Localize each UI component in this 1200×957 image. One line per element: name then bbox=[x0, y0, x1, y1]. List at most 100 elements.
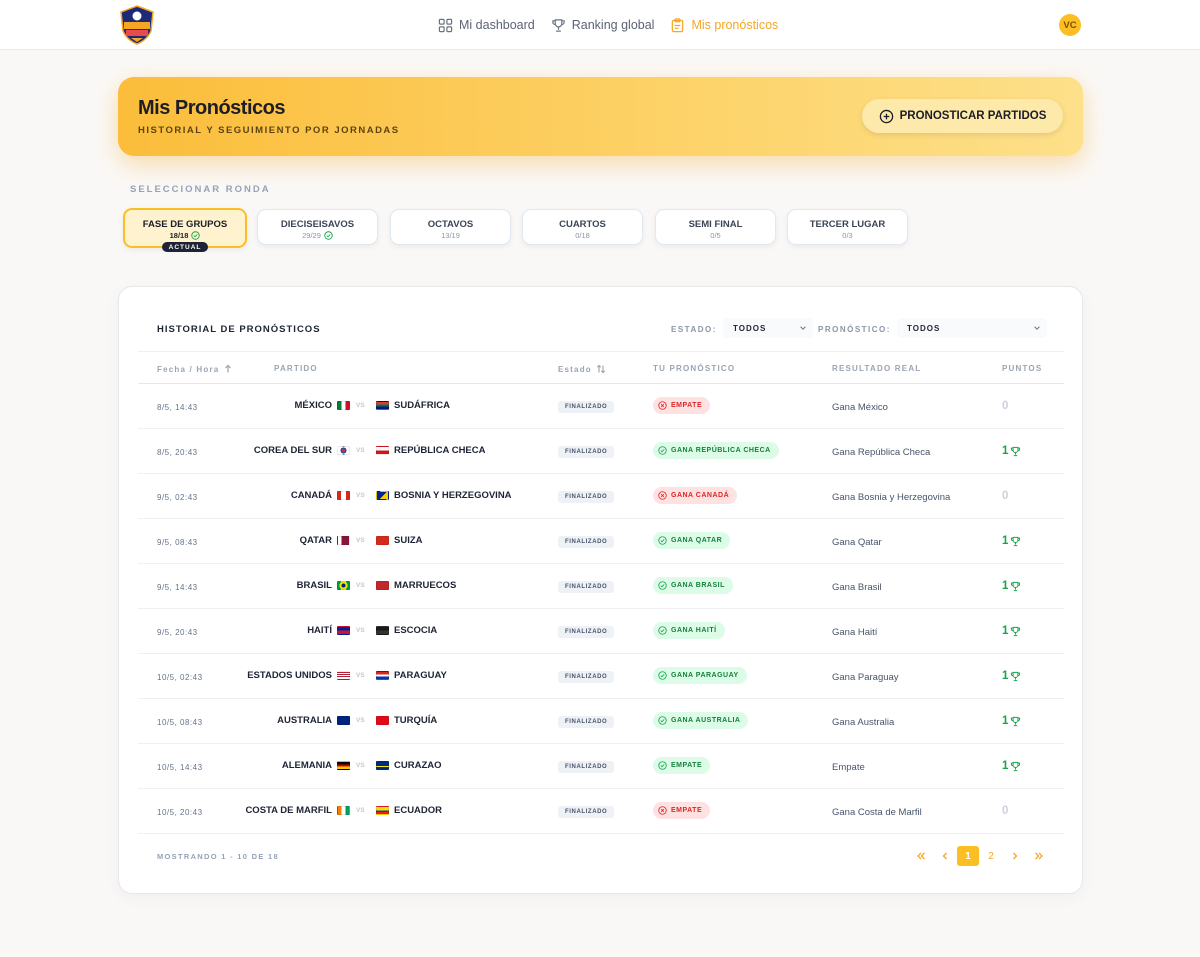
round-tab-dieciseisavos[interactable]: DIECISEISAVOS 29/29 bbox=[257, 209, 378, 245]
home-flag-icon bbox=[337, 446, 350, 455]
user-avatar[interactable]: VC bbox=[1059, 14, 1081, 36]
round-tab-octavos[interactable]: OCTAVOS 13/19 bbox=[390, 209, 511, 245]
home-flag-icon bbox=[337, 401, 350, 410]
prediction-badge: EMPATE bbox=[653, 802, 711, 819]
prediction-label: GANA QATAR bbox=[671, 537, 723, 544]
table-row[interactable]: 10/5, 08:43 AUSTRALIA VS TURQUÍA FINALIZADO G… bbox=[138, 699, 1064, 744]
points: 1 bbox=[1002, 760, 1021, 772]
page-button-2[interactable]: 2 bbox=[979, 846, 1003, 866]
round-tab-tercer-lugar[interactable]: TERCER LUGAR 0/3 bbox=[787, 209, 908, 245]
actual-result: Gana México bbox=[832, 402, 888, 413]
home-team: COSTA DE MARFIL bbox=[245, 805, 350, 816]
away-flag-icon bbox=[376, 401, 389, 410]
away-flag-icon bbox=[376, 446, 389, 455]
nav-ranking[interactable]: Ranking global bbox=[551, 18, 655, 33]
top-navbar: Mi dashboard Ranking global Mis pronósti… bbox=[0, 0, 1200, 50]
x-circle-icon bbox=[658, 806, 667, 815]
first-page-button[interactable] bbox=[909, 846, 933, 866]
table-row[interactable]: 8/5, 14:43 MÉXICO VS SUDÁFRICA FINALIZADO EMP… bbox=[138, 384, 1064, 429]
away-team: TURQUÍA bbox=[376, 715, 437, 726]
col-estado[interactable]: Estado bbox=[558, 364, 606, 374]
points-value: 0 bbox=[1002, 400, 1009, 412]
prediction-label: GANA CANADÁ bbox=[671, 492, 730, 499]
estado-filter-label: ESTADO: bbox=[671, 325, 717, 334]
last-page-button[interactable] bbox=[1027, 846, 1051, 866]
prediction-badge: GANA PARAGUAY bbox=[653, 667, 747, 684]
check-circle-icon bbox=[658, 536, 667, 545]
vs-label: VS bbox=[356, 627, 365, 634]
table-row[interactable]: 9/5, 08:43 QATAR VS SUIZA FINALIZADO GANA QAT… bbox=[138, 519, 1064, 564]
sort-icon bbox=[596, 364, 605, 374]
home-team-name: COSTA DE MARFIL bbox=[245, 805, 332, 816]
pronosticar-partidos-button[interactable]: PRONOSTICAR PARTIDOS bbox=[862, 99, 1063, 133]
points: 0 bbox=[1002, 400, 1008, 412]
app-logo[interactable] bbox=[119, 5, 155, 45]
points: 1 bbox=[1002, 580, 1021, 592]
away-team: CURAZAO bbox=[376, 760, 442, 771]
chevron-right-icon bbox=[1013, 852, 1018, 860]
away-team: MARRUECOS bbox=[376, 580, 456, 591]
nav-dashboard[interactable]: Mi dashboard bbox=[438, 18, 535, 33]
away-team: BOSNIA Y HERZEGOVINA bbox=[376, 490, 512, 501]
round-tab-cuartos[interactable]: CUARTOS 0/18 bbox=[522, 209, 643, 245]
points: 1 bbox=[1002, 670, 1021, 682]
prediction-badge: GANA REPÚBLICA CHECA bbox=[653, 442, 779, 459]
match-date: 9/5, 14:43 bbox=[157, 583, 198, 592]
home-team-name: CANADÁ bbox=[290, 490, 332, 501]
away-flag-icon bbox=[376, 581, 389, 590]
home-team-name: ESTADOS UNIDOS bbox=[247, 670, 332, 681]
home-team: ALEMANIA bbox=[282, 760, 350, 771]
page-button-1[interactable]: 1 bbox=[957, 846, 979, 866]
table-row[interactable]: 8/5, 20:43 COREA DEL SUR VS REPÚBLICA CHECA… bbox=[138, 429, 1064, 474]
away-team: SUIZA bbox=[376, 535, 423, 546]
actual-result: Empate bbox=[832, 762, 865, 773]
round-tab-semi-final[interactable]: SEMI FINAL 0/5 bbox=[655, 209, 776, 245]
home-team-name: QATAR bbox=[299, 535, 332, 546]
table-row[interactable]: 9/5, 02:43 CANADÁ VS BOSNIA Y HERZEGOVINA FI… bbox=[138, 474, 1064, 519]
grid-icon bbox=[438, 18, 453, 32]
status-badge: FINALIZADO bbox=[558, 581, 615, 593]
home-team-name: HAITÍ bbox=[307, 625, 332, 636]
table-row[interactable]: 9/5, 20:43 HAITÍ VS ESCOCIA FINALIZADO GANA H… bbox=[138, 609, 1064, 654]
table-row[interactable]: 10/5, 02:43 ESTADOS UNIDOS VS PARAGUAY FINAL… bbox=[138, 654, 1064, 699]
prev-page-button[interactable] bbox=[933, 846, 957, 866]
x-circle-icon bbox=[658, 401, 667, 410]
col-fecha-hora[interactable]: Fecha / Hora bbox=[157, 364, 233, 374]
nav-mis-pronosticos[interactable]: Mis pronósticos bbox=[670, 17, 778, 33]
status-badge: FINALIZADO bbox=[558, 761, 615, 773]
status-badge: FINALIZADO bbox=[558, 671, 615, 683]
actual-result: Gana Bosnia y Herzegovina bbox=[832, 492, 951, 503]
prediction-badge: GANA QATAR bbox=[653, 532, 731, 549]
away-team: PARAGUAY bbox=[376, 670, 447, 681]
away-team-name: BOSNIA Y HERZEGOVINA bbox=[394, 490, 512, 501]
table-row[interactable]: 9/5, 14:43 BRASIL VS MARRUECOS FINALIZADO GAN… bbox=[138, 564, 1064, 609]
prediction-label: GANA HAITÍ bbox=[671, 627, 717, 634]
match-date: 8/5, 14:43 bbox=[157, 403, 198, 412]
table-header: Fecha / Hora PARTIDO Estado TU PRONÓSTIC… bbox=[138, 351, 1064, 384]
home-team-name: MÉXICO bbox=[294, 400, 332, 411]
check-circle-icon bbox=[658, 716, 667, 725]
history-title: HISTORIAL DE PRONÓSTICOS bbox=[157, 324, 321, 335]
table-row[interactable]: 10/5, 14:43 ALEMANIA VS CURAZAO FINALIZADO EM… bbox=[138, 744, 1064, 789]
vs-label: VS bbox=[356, 762, 365, 769]
vs-label: VS bbox=[356, 447, 365, 454]
pronostico-filter-select[interactable]: TODOS bbox=[897, 318, 1047, 338]
table-row[interactable]: 10/5, 20:43 COSTA DE MARFIL VS ECUADOR FINAL… bbox=[138, 789, 1064, 834]
home-flag-icon bbox=[337, 626, 350, 635]
pronostico-filter-value: TODOS bbox=[907, 323, 941, 333]
chevron-down-icon bbox=[1034, 326, 1040, 330]
vs-label: VS bbox=[356, 807, 365, 814]
home-team: HAITÍ bbox=[307, 625, 350, 636]
check-circle-icon bbox=[658, 761, 667, 770]
clipboard-icon bbox=[672, 17, 684, 32]
estado-filter-select[interactable]: TODOS bbox=[723, 318, 813, 338]
prediction-badge: GANA HAITÍ bbox=[653, 622, 725, 639]
nav-ranking-label: Ranking global bbox=[571, 18, 655, 32]
prediction-label: GANA AUSTRALIA bbox=[671, 717, 741, 724]
next-page-button[interactable] bbox=[1003, 846, 1027, 866]
home-flag-icon bbox=[337, 671, 350, 680]
col-fecha-hora-label: Fecha / Hora bbox=[157, 364, 220, 374]
points-value: 1 bbox=[1002, 445, 1009, 457]
round-count: 0/3 bbox=[842, 231, 853, 240]
check-circle-icon bbox=[324, 231, 333, 240]
